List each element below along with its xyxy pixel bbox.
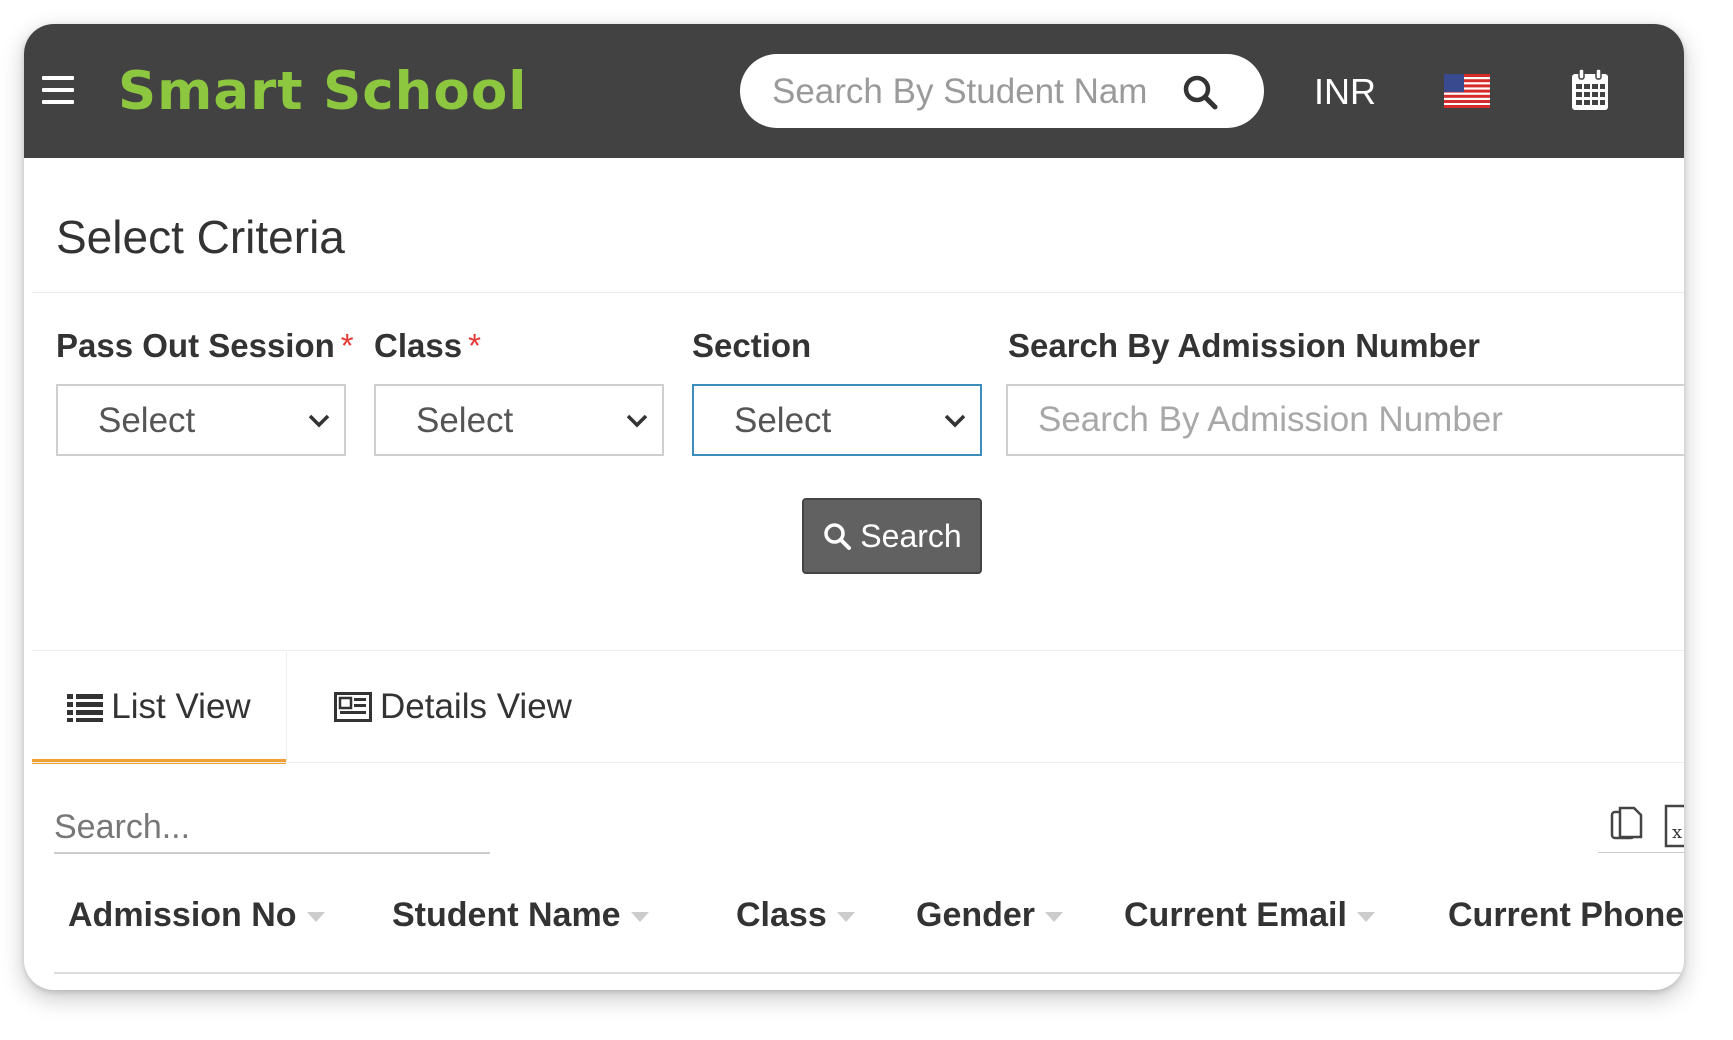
sort-icon (306, 912, 325, 923)
required-marker: * (340, 327, 354, 364)
menu-icon[interactable] (42, 76, 74, 104)
chevron-down-icon (626, 414, 648, 428)
divider (1598, 852, 1684, 853)
search-button[interactable]: Search (802, 498, 982, 574)
page-title: Select Criteria (56, 211, 345, 263)
tab-label: Details View (380, 687, 572, 726)
svg-text:x: x (1672, 822, 1682, 843)
sort-icon (836, 912, 855, 923)
tab-details-view[interactable]: Details View (334, 652, 572, 762)
pass-out-session-label: Pass Out Session * (56, 327, 354, 364)
column-header-student-name[interactable]: Student Name (392, 894, 649, 936)
table-header-border (54, 972, 1684, 974)
divider (32, 650, 1684, 651)
select-value: Select (98, 401, 196, 440)
column-header-admission-no[interactable]: Admission No (68, 894, 325, 936)
currency-selector[interactable]: INR (1314, 70, 1376, 114)
required-marker: * (468, 327, 481, 364)
export-toolbar: x (1610, 804, 1684, 848)
section-label: Section (692, 327, 812, 364)
excel-export-icon[interactable]: x (1664, 804, 1684, 848)
search-button-label: Search (860, 517, 962, 554)
top-navbar: Smart School INR (24, 24, 1684, 158)
sort-icon (1356, 912, 1375, 923)
column-header-class[interactable]: Class (736, 894, 855, 936)
select-value: Select (734, 401, 832, 440)
divider (32, 292, 1684, 293)
sort-icon (1045, 912, 1064, 923)
class-label: Class * (374, 327, 481, 364)
table-search-input[interactable] (54, 802, 490, 854)
list-icon (67, 694, 104, 722)
admission-number-label: Search By Admission Number (1008, 327, 1480, 364)
admission-number-input[interactable] (1006, 384, 1684, 456)
column-header-current-email[interactable]: Current Email (1124, 894, 1375, 936)
section-select[interactable]: Select (692, 384, 982, 456)
search-icon (824, 523, 852, 550)
chevron-down-icon (944, 414, 966, 428)
select-value: Select (416, 401, 514, 440)
chevron-down-icon (308, 414, 330, 428)
student-search-input[interactable] (770, 68, 1154, 116)
newspaper-icon (334, 692, 372, 722)
tab-list-view[interactable]: List View (32, 652, 287, 762)
student-search-box (740, 54, 1264, 128)
sort-icon (630, 912, 649, 923)
app-window: Smart School INR (24, 24, 1684, 990)
column-header-gender[interactable]: Gender (916, 894, 1064, 936)
column-header-current-phone[interactable]: Current Phone (1448, 894, 1684, 936)
copy-icon[interactable] (1610, 806, 1643, 840)
calendar-icon[interactable] (1570, 68, 1610, 112)
divider (32, 762, 1684, 763)
class-select[interactable]: Select (374, 384, 664, 456)
us-flag-icon[interactable] (1444, 74, 1490, 108)
pass-out-session-select[interactable]: Select (56, 384, 346, 456)
tab-label: List View (111, 687, 251, 726)
brand-logo[interactable]: Smart School (118, 62, 527, 122)
search-icon[interactable] (1180, 72, 1220, 112)
